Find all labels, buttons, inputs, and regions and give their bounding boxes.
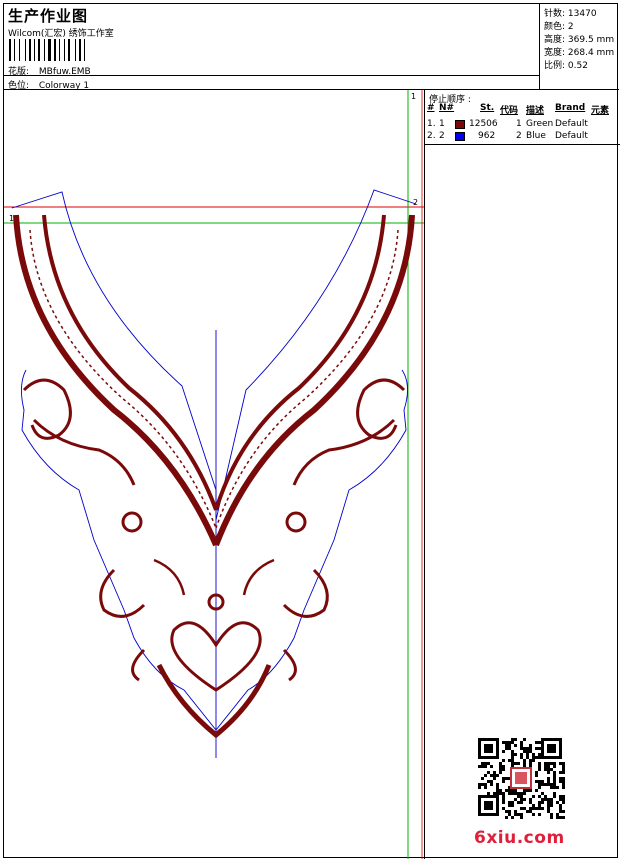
- color-swatch: [455, 132, 465, 141]
- sequence-row: 1. 1 12506 1 Green Default: [427, 119, 588, 129]
- design-canvas: 1 2 1: [4, 90, 424, 859]
- embroidery-pattern: [13, 214, 415, 739]
- qr-code[interactable]: [478, 738, 566, 820]
- col-n: N#: [439, 103, 455, 113]
- sheet-subtitle: Wilcom(汇宏) 绣饰工作室: [8, 29, 114, 39]
- sequence-divider: [425, 144, 620, 145]
- watermark-logo: 6xiu.com: [474, 828, 565, 848]
- col-description: 描述: [526, 106, 545, 116]
- stats-panel: 针数: 13470 颜色: 2 高度: 369.5 mm 宽度: 268.4 m…: [540, 4, 619, 90]
- embroidery-drawing: 1 2 1: [4, 90, 424, 859]
- marker-red: 2: [413, 198, 418, 207]
- col-index: #: [427, 103, 435, 113]
- marker-top: 1: [411, 92, 416, 101]
- outline-shape: [11, 189, 417, 758]
- header-info: 生产作业图 Wilcom(汇宏) 绣饰工作室 花版: MBfuw.EMB 色位:…: [4, 4, 540, 91]
- stat-stitches: 针数: 13470: [544, 9, 597, 19]
- col-stitches: St.: [480, 103, 495, 113]
- stat-width: 宽度: 268.4 mm: [544, 48, 615, 58]
- color-swatch: [455, 120, 465, 129]
- barcode: [9, 39, 85, 61]
- sequence-header: # N# St. 代码 描述 Brand 元素: [425, 103, 620, 116]
- sheet-title: 生产作业图: [8, 7, 89, 25]
- col-brand: Brand: [555, 103, 586, 113]
- stat-height: 高度: 369.5 mm: [544, 35, 615, 45]
- col-element: 元素: [591, 106, 610, 116]
- production-sheet: 生产作业图 Wilcom(汇宏) 绣饰工作室 花版: MBfuw.EMB 色位:…: [3, 3, 620, 859]
- stat-scale: 比例: 0.52: [544, 61, 588, 71]
- stat-colors: 颜色: 2: [544, 22, 574, 32]
- col-code: 代码: [500, 106, 519, 116]
- sequence-row: 2. 2 962 2 Blue Default: [427, 131, 588, 141]
- header-divider: [4, 75, 540, 76]
